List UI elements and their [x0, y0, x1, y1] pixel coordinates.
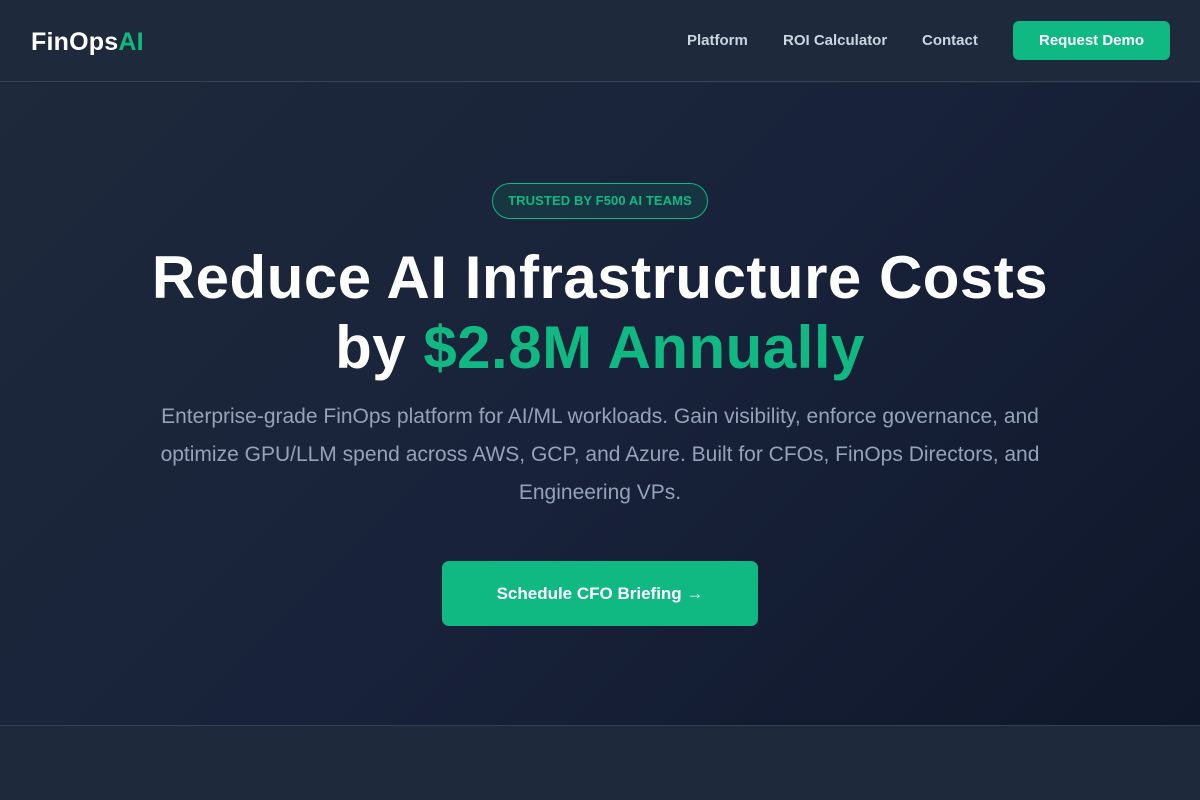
- nav-link-roi-calculator[interactable]: ROI Calculator: [783, 31, 887, 51]
- schedule-cfo-briefing-button[interactable]: Schedule CFO Briefing →: [442, 561, 758, 626]
- headline-prefix: by: [335, 314, 424, 381]
- headline-line-1: Reduce AI Infrastructure Costs: [151, 244, 1049, 311]
- hero-headline: Reduce AI Infrastructure Costs by $2.8M …: [0, 243, 1200, 383]
- request-demo-button[interactable]: Request Demo: [1013, 21, 1170, 60]
- logo[interactable]: FinOpsAI: [31, 27, 144, 57]
- hero-section: TRUSTED BY F500 AI TEAMS Reduce AI Infra…: [0, 83, 1200, 726]
- nav-link-platform[interactable]: Platform: [687, 31, 748, 51]
- page: FinOpsAI Platform ROI Calculator Contact…: [0, 0, 1200, 800]
- navbar: FinOpsAI Platform ROI Calculator Contact…: [0, 0, 1200, 82]
- logo-accent-text: AI: [118, 28, 144, 56]
- next-section: [0, 727, 1200, 800]
- nav-link-contact[interactable]: Contact: [922, 31, 978, 51]
- trust-badge: TRUSTED BY F500 AI TEAMS: [492, 183, 708, 219]
- logo-text: FinOps: [31, 28, 119, 56]
- headline-accent: $2.8M Annually: [423, 314, 865, 381]
- hero-subtext: Enterprise-grade FinOps platform for AI/…: [160, 405, 1040, 504]
- headline-line-2: by $2.8M Annually: [0, 313, 1200, 383]
